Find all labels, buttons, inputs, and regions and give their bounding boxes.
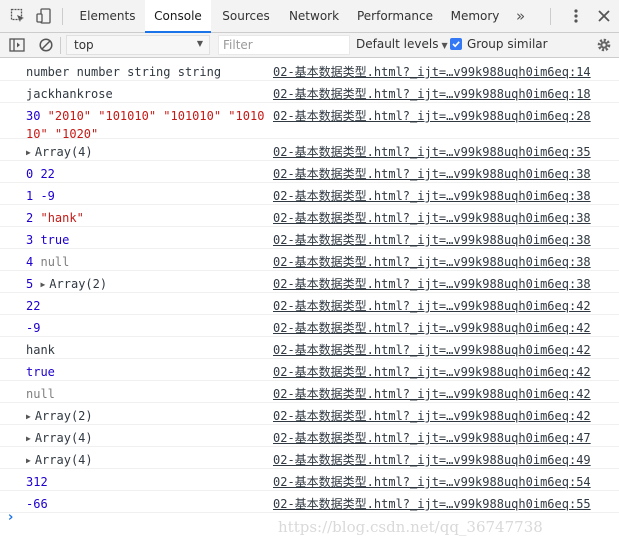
console-message: 3 true 02-基本数据类型.html?_ijt=…v99k988uqh0i… bbox=[0, 227, 619, 249]
expand-triangle-icon[interactable]: ▶ bbox=[26, 456, 31, 465]
watermark: https://blog.csdn.net/qq_36747738 bbox=[278, 518, 543, 536]
more-tabs-button[interactable]: » bbox=[516, 0, 525, 33]
console-message: 1 -9 02-基本数据类型.html?_ijt=…v99k988uqh0im6… bbox=[0, 183, 619, 205]
toolbar-divider bbox=[62, 8, 63, 25]
source-link[interactable]: 02-基本数据类型.html?_ijt=…v99k988uqh0im6eq:42 bbox=[273, 319, 591, 337]
group-similar-toggle[interactable]: Group similar bbox=[450, 37, 548, 51]
message-text: 22 bbox=[26, 299, 41, 313]
source-link[interactable]: 02-基本数据类型.html?_ijt=…v99k988uqh0im6eq:35 bbox=[273, 143, 591, 161]
message-text: Array(4) bbox=[34, 431, 93, 445]
console-message: 2 "hank" 02-基本数据类型.html?_ijt=…v99k988uqh… bbox=[0, 205, 619, 227]
source-link[interactable]: 02-基本数据类型.html?_ijt=…v99k988uqh0im6eq:18 bbox=[273, 85, 591, 103]
console-message: 22 02-基本数据类型.html?_ijt=…v99k988uqh0im6eq… bbox=[0, 293, 619, 315]
expand-triangle-icon[interactable]: ▶ bbox=[26, 148, 31, 157]
console-message: -66 02-基本数据类型.html?_ijt=…v99k988uqh0im6e… bbox=[0, 491, 619, 513]
group-similar-label: Group similar bbox=[467, 37, 548, 51]
console-message[interactable]: ▶ Array(4) 02-基本数据类型.html?_ijt=…v99k988uq… bbox=[0, 447, 619, 469]
source-link[interactable]: 02-基本数据类型.html?_ijt=…v99k988uqh0im6eq:42 bbox=[273, 363, 591, 381]
message-text: 2 "hank" bbox=[26, 211, 84, 225]
toolbar-divider bbox=[60, 37, 61, 54]
source-link[interactable]: 02-基本数据类型.html?_ijt=…v99k988uqh0im6eq:49 bbox=[273, 451, 591, 469]
message-text: 4 null bbox=[26, 255, 70, 269]
console-message: jackhankrose 02-基本数据类型.html?_ijt=…v99k98… bbox=[0, 81, 619, 103]
source-link[interactable]: 02-基本数据类型.html?_ijt=…v99k988uqh0im6eq:42 bbox=[273, 341, 591, 359]
device-toolbar-icon[interactable] bbox=[36, 8, 52, 24]
console-message[interactable]: 5 ▶ Array(2) 02-基本数据类型.html?_ijt=…v99k988… bbox=[0, 271, 619, 293]
source-link[interactable]: 02-基本数据类型.html?_ijt=…v99k988uqh0im6eq:42 bbox=[273, 385, 591, 403]
tab-memory[interactable]: Memory bbox=[445, 0, 505, 33]
console-message: 312 02-基本数据类型.html?_ijt=…v99k988uqh0im6e… bbox=[0, 469, 619, 491]
source-link[interactable]: 02-基本数据类型.html?_ijt=…v99k988uqh0im6eq:42 bbox=[273, 407, 591, 425]
message-text: hank bbox=[26, 343, 55, 357]
source-link[interactable]: 02-基本数据类型.html?_ijt=…v99k988uqh0im6eq:38 bbox=[273, 231, 591, 249]
console-message: 4 null 02-基本数据类型.html?_ijt=…v99k988uqh0i… bbox=[0, 249, 619, 271]
source-link[interactable]: 02-基本数据类型.html?_ijt=…v99k988uqh0im6eq:55 bbox=[273, 495, 591, 513]
console-message: number number string string 02-基本数据类型.ht… bbox=[0, 59, 619, 81]
source-link[interactable]: 02-基本数据类型.html?_ijt=…v99k988uqh0im6eq:38 bbox=[273, 275, 591, 293]
toolbar-divider bbox=[550, 8, 551, 25]
console-settings-icon[interactable] bbox=[596, 37, 612, 53]
chevron-down-icon: ▼ bbox=[441, 41, 448, 50]
console-toolbar: top ▼ Default levels▼ Group similar bbox=[0, 33, 619, 58]
context-selector[interactable]: top ▼ bbox=[66, 35, 210, 55]
checkbox-checked-icon[interactable] bbox=[450, 38, 462, 50]
source-link[interactable]: 02-基本数据类型.html?_ijt=…v99k988uqh0im6eq:38 bbox=[273, 187, 591, 205]
message-text: -66 bbox=[26, 497, 48, 511]
source-link[interactable]: 02-基本数据类型.html?_ijt=…v99k988uqh0im6eq:54 bbox=[273, 473, 591, 491]
console-prompt[interactable]: › bbox=[8, 510, 13, 525]
source-link[interactable]: 02-基本数据类型.html?_ijt=…v99k988uqh0im6eq:38 bbox=[273, 209, 591, 227]
message-text: Array(2) bbox=[34, 409, 93, 423]
console-message: null 02-基本数据类型.html?_ijt=…v99k988uqh0im6… bbox=[0, 381, 619, 403]
console-message: true 02-基本数据类型.html?_ijt=…v99k988uqh0im6… bbox=[0, 359, 619, 381]
message-text: 5 ▶ Array(2) bbox=[26, 277, 108, 291]
tab-network[interactable]: Network bbox=[281, 0, 347, 33]
source-link[interactable]: 02-基本数据类型.html?_ijt=…v99k988uqh0im6eq:14 bbox=[273, 63, 591, 81]
message-text: 312 bbox=[26, 475, 48, 489]
chevron-down-icon: ▼ bbox=[196, 39, 203, 48]
message-text: jackhankrose bbox=[26, 87, 113, 101]
console-message[interactable]: ▶ Array(4) 02-基本数据类型.html?_ijt=…v99k988uq… bbox=[0, 139, 619, 161]
message-text: 3 true bbox=[26, 233, 70, 247]
expand-triangle-icon[interactable]: ▶ bbox=[26, 412, 31, 421]
console-message[interactable]: ▶ Array(4) 02-基本数据类型.html?_ijt=…v99k988uq… bbox=[0, 425, 619, 447]
tab-console[interactable]: Console bbox=[145, 0, 211, 33]
console-output[interactable]: number number string string 02-基本数据类型.ht… bbox=[0, 59, 619, 548]
expand-triangle-icon[interactable]: ▶ bbox=[40, 280, 45, 289]
console-message[interactable]: ▶ Array(2) 02-基本数据类型.html?_ijt=…v99k988uq… bbox=[0, 403, 619, 425]
message-text: number number string string bbox=[26, 65, 222, 79]
context-value: top bbox=[74, 38, 94, 52]
source-link[interactable]: 02-基本数据类型.html?_ijt=…v99k988uqh0im6eq:47 bbox=[273, 429, 591, 447]
message-text: true bbox=[26, 365, 55, 379]
message-text: 0 22 bbox=[26, 167, 55, 181]
console-message: hank 02-基本数据类型.html?_ijt=…v99k988uqh0im6… bbox=[0, 337, 619, 359]
console-message: -9 02-基本数据类型.html?_ijt=…v99k988uqh0im6eq… bbox=[0, 315, 619, 337]
tab-performance[interactable]: Performance bbox=[350, 0, 440, 33]
log-levels-dropdown[interactable]: Default levels ▼ bbox=[356, 37, 448, 51]
message-text: Array(4) bbox=[34, 453, 93, 467]
message-text: 30 "2010" "101010" "101010" "101010" "10… bbox=[26, 109, 265, 141]
clear-console-icon[interactable] bbox=[38, 37, 54, 53]
message-text: Array(4) bbox=[34, 145, 93, 159]
message-text: null bbox=[26, 387, 55, 401]
source-link[interactable]: 02-基本数据类型.html?_ijt=…v99k988uqh0im6eq:38 bbox=[273, 165, 591, 183]
log-levels-label: Default levels bbox=[356, 37, 439, 51]
devtools-tab-bar: Elements Console Sources Network Perform… bbox=[0, 0, 619, 33]
source-link[interactable]: 02-基本数据类型.html?_ijt=…v99k988uqh0im6eq:42 bbox=[273, 297, 591, 315]
console-sidebar-icon[interactable] bbox=[9, 37, 25, 53]
message-text: -9 bbox=[26, 321, 41, 335]
source-link[interactable]: 02-基本数据类型.html?_ijt=…v99k988uqh0im6eq:28 bbox=[273, 107, 591, 125]
close-devtools-icon[interactable] bbox=[596, 8, 612, 24]
element-picker-icon[interactable] bbox=[10, 8, 26, 24]
console-message: 0 22 02-基本数据类型.html?_ijt=…v99k988uqh0im6… bbox=[0, 161, 619, 183]
console-message: 30 "2010" "101010" "101010" "101010" "10… bbox=[0, 103, 619, 141]
source-link[interactable]: 02-基本数据类型.html?_ijt=…v99k988uqh0im6eq:38 bbox=[273, 253, 591, 271]
filter-input[interactable] bbox=[218, 35, 350, 55]
tab-elements[interactable]: Elements bbox=[70, 0, 145, 33]
expand-triangle-icon[interactable]: ▶ bbox=[26, 434, 31, 443]
more-options-icon[interactable] bbox=[568, 8, 584, 24]
message-text: 1 -9 bbox=[26, 189, 55, 203]
tab-sources[interactable]: Sources bbox=[213, 0, 279, 33]
